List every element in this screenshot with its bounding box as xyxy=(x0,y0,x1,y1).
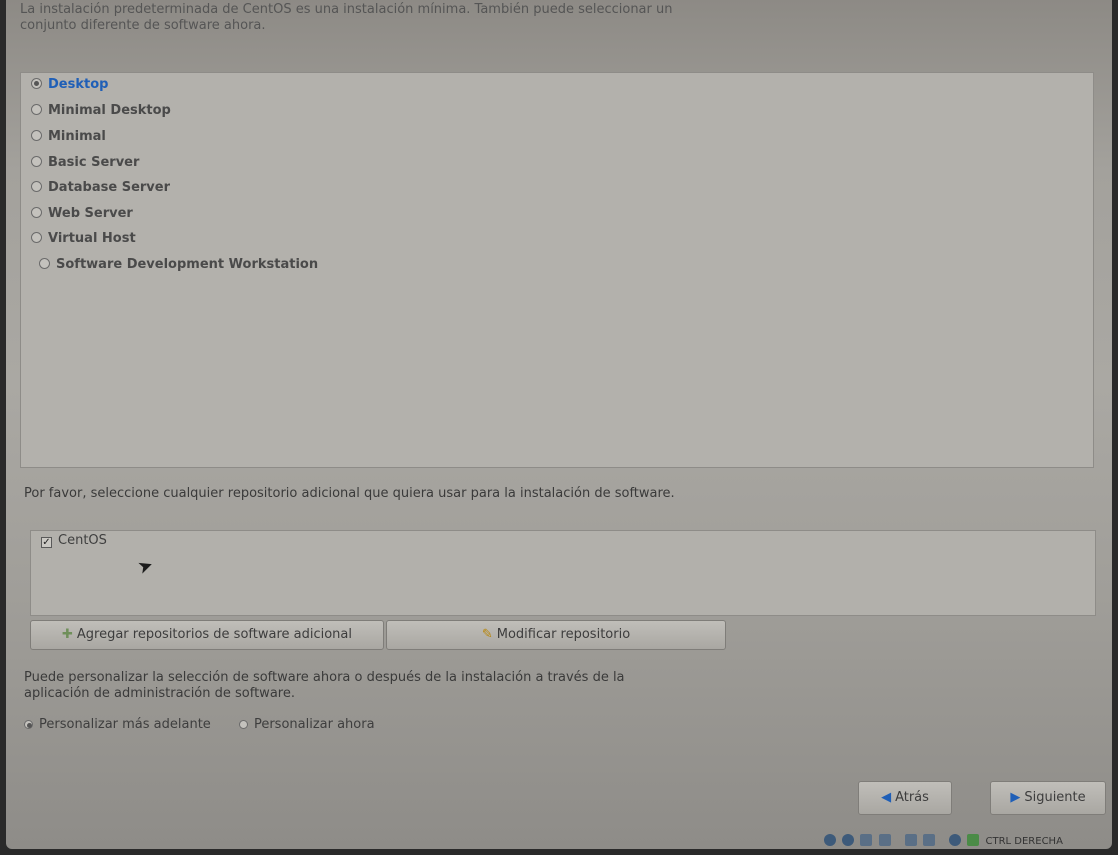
group-option-label: Software Development Workstation xyxy=(56,257,319,272)
customize-text: Puede personalizar la selección de softw… xyxy=(24,670,625,701)
group-option-label: Basic Server xyxy=(48,155,140,170)
group-option-label: Virtual Host xyxy=(48,231,136,246)
network-icon[interactable] xyxy=(878,834,891,846)
group-option-label: Database Server xyxy=(48,180,171,195)
radio-icon[interactable] xyxy=(238,720,248,729)
group-option-label: Minimal Desktop xyxy=(48,103,171,118)
add-repository-label: Agregar repositorios de software adicion… xyxy=(76,627,353,642)
group-option-database-server[interactable]: Database Server xyxy=(31,179,170,197)
back-label: Atrás xyxy=(895,790,929,805)
capture-icon[interactable] xyxy=(949,834,962,846)
customize-now-label: Personalizar ahora xyxy=(253,717,375,732)
radio-icon[interactable] xyxy=(31,130,42,141)
group-option-label: Desktop xyxy=(48,77,109,92)
radio-icon[interactable] xyxy=(31,104,42,115)
software-group-list[interactable]: Desktop Minimal Desktop Minimal Basic Se… xyxy=(20,72,1094,468)
repo-item-label: CentOS xyxy=(58,533,107,548)
group-option-minimal[interactable]: Minimal xyxy=(31,128,106,146)
shared-folder-icon[interactable] xyxy=(904,834,917,846)
installer-screen: La instalación predeterminada de CentOS … xyxy=(6,0,1112,849)
arrow-right-icon: ▶ xyxy=(1010,790,1021,805)
host-key-label: CTRL DERECHA xyxy=(985,836,1063,847)
disk-icon[interactable] xyxy=(824,834,836,846)
group-option-virtual-host[interactable]: Virtual Host xyxy=(31,230,136,248)
modify-repository-button[interactable]: ✎ Modificar repositorio xyxy=(386,620,726,650)
group-option-software-development-workstation[interactable]: Software Development Workstation xyxy=(39,256,318,274)
cd-icon[interactable] xyxy=(842,834,855,846)
group-option-minimal-desktop[interactable]: Minimal Desktop xyxy=(31,102,171,120)
checkbox-icon[interactable]: ✓ xyxy=(41,537,52,548)
vm-status-tray: CTRL DERECHA xyxy=(824,834,1063,849)
radio-icon[interactable] xyxy=(39,258,50,269)
modify-repository-label: Modificar repositorio xyxy=(496,627,631,642)
intro-text: La instalación predeterminada de CentOS … xyxy=(20,2,673,33)
radio-icon[interactable] xyxy=(31,232,42,243)
customize-options: Personalizar más adelante Personalizar a… xyxy=(24,716,375,734)
arrow-left-icon: ◀ xyxy=(881,790,892,805)
repository-list[interactable]: ✓ CentOS xyxy=(30,530,1096,616)
radio-icon[interactable] xyxy=(24,720,33,729)
repo-prompt-text: Por favor, seleccione cualquier reposito… xyxy=(24,486,675,501)
radio-icon[interactable] xyxy=(31,156,42,167)
next-button[interactable]: ▶ Siguiente xyxy=(990,781,1106,815)
add-repository-button[interactable]: ✚ Agregar repositorios de software adicio… xyxy=(30,620,384,650)
customize-now-option[interactable]: Personalizar ahora xyxy=(238,717,375,732)
group-option-web-server[interactable]: Web Server xyxy=(31,205,133,223)
radio-icon[interactable] xyxy=(31,78,42,89)
plus-icon: ✚ xyxy=(61,627,73,642)
group-option-basic-server[interactable]: Basic Server xyxy=(31,154,139,172)
group-option-desktop[interactable]: Desktop xyxy=(31,76,108,94)
edit-icon: ✎ xyxy=(481,627,493,642)
radio-icon[interactable] xyxy=(31,181,42,192)
display-icon[interactable] xyxy=(922,834,935,846)
mouse-integration-icon[interactable] xyxy=(967,834,980,846)
usb-icon[interactable] xyxy=(860,834,873,846)
customize-later-label: Personalizar más adelante xyxy=(39,717,211,732)
back-button[interactable]: ◀ Atrás xyxy=(858,781,952,815)
repo-item-centos[interactable]: ✓ CentOS xyxy=(41,532,107,550)
next-label: Siguiente xyxy=(1024,790,1086,805)
group-option-label: Minimal xyxy=(48,129,106,144)
customize-later-option[interactable]: Personalizar más adelante xyxy=(24,717,235,732)
group-option-label: Web Server xyxy=(48,206,133,221)
radio-icon[interactable] xyxy=(31,207,42,218)
